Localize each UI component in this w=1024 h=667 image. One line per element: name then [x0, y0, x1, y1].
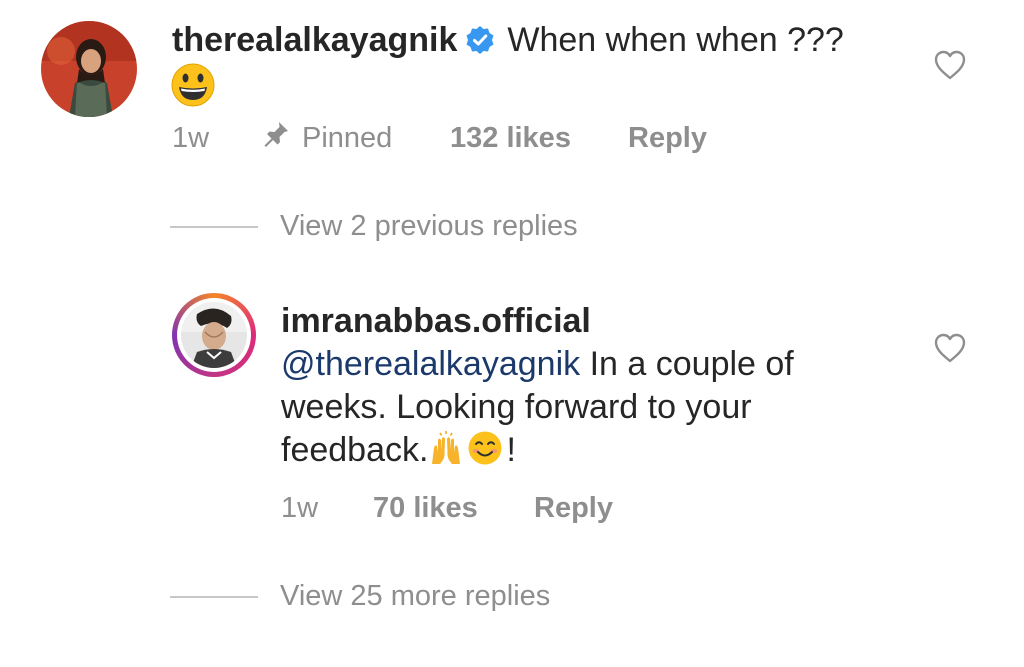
comment-meta-row: 1w Pinned 132 likes Reply	[172, 120, 732, 160]
view-more-replies-button[interactable]: View 25 more replies	[170, 576, 650, 616]
view-more-replies-label: View 25 more replies	[280, 580, 551, 612]
replies-divider-line	[170, 226, 258, 228]
reply-likes-count[interactable]: 70 likes	[373, 490, 478, 526]
verified-badge-icon	[465, 22, 495, 54]
commenter-avatar[interactable]	[41, 21, 137, 117]
smiling-face-emoji-icon	[467, 430, 503, 466]
reply-text-line1: In a couple of	[580, 345, 794, 383]
like-reply-heart-icon[interactable]	[934, 333, 966, 363]
comment-timestamp: 1w	[172, 122, 210, 154]
like-comment-heart-icon[interactable]	[934, 50, 966, 80]
view-previous-replies-button[interactable]: View 2 previous replies	[170, 206, 650, 246]
comment-likes-count[interactable]: 132 likes	[450, 120, 571, 156]
view-previous-replies-label: View 2 previous replies	[280, 210, 578, 242]
grinning-face-emoji-icon	[170, 62, 216, 108]
reply-text-line3: feedback.	[281, 431, 429, 469]
commenter-username[interactable]: therealalkayagnik	[172, 21, 457, 59]
comment-body: When when when ???	[507, 21, 844, 59]
reply-username[interactable]: imranabbas.official	[281, 300, 591, 342]
reply-avatar-story-ring[interactable]	[172, 293, 256, 377]
reply-meta-row: 1w 70 likes Reply	[281, 490, 641, 530]
reply-mention-link[interactable]: @therealalkayagnik	[281, 345, 580, 383]
reply-text-line2: weeks. Looking forward to your	[281, 388, 752, 426]
comment-reply-button[interactable]: Reply	[628, 120, 707, 156]
replies-divider-line	[170, 596, 258, 598]
reply-timestamp: 1w	[281, 492, 319, 524]
reply-avatar	[181, 302, 247, 368]
pinned-label: Pinned	[302, 122, 393, 154]
comment-text-line: therealalkayagnik When when when ???	[172, 18, 912, 62]
raising-hands-emoji-icon	[428, 430, 464, 466]
comments-thread: therealalkayagnik When when when ??? 1w …	[0, 0, 1024, 667]
reply-text-end: !	[506, 431, 516, 469]
reply-text: @therealalkayagnik In a couple of weeks.…	[281, 343, 891, 472]
pin-icon	[262, 120, 290, 148]
reply-reply-button[interactable]: Reply	[534, 490, 613, 526]
